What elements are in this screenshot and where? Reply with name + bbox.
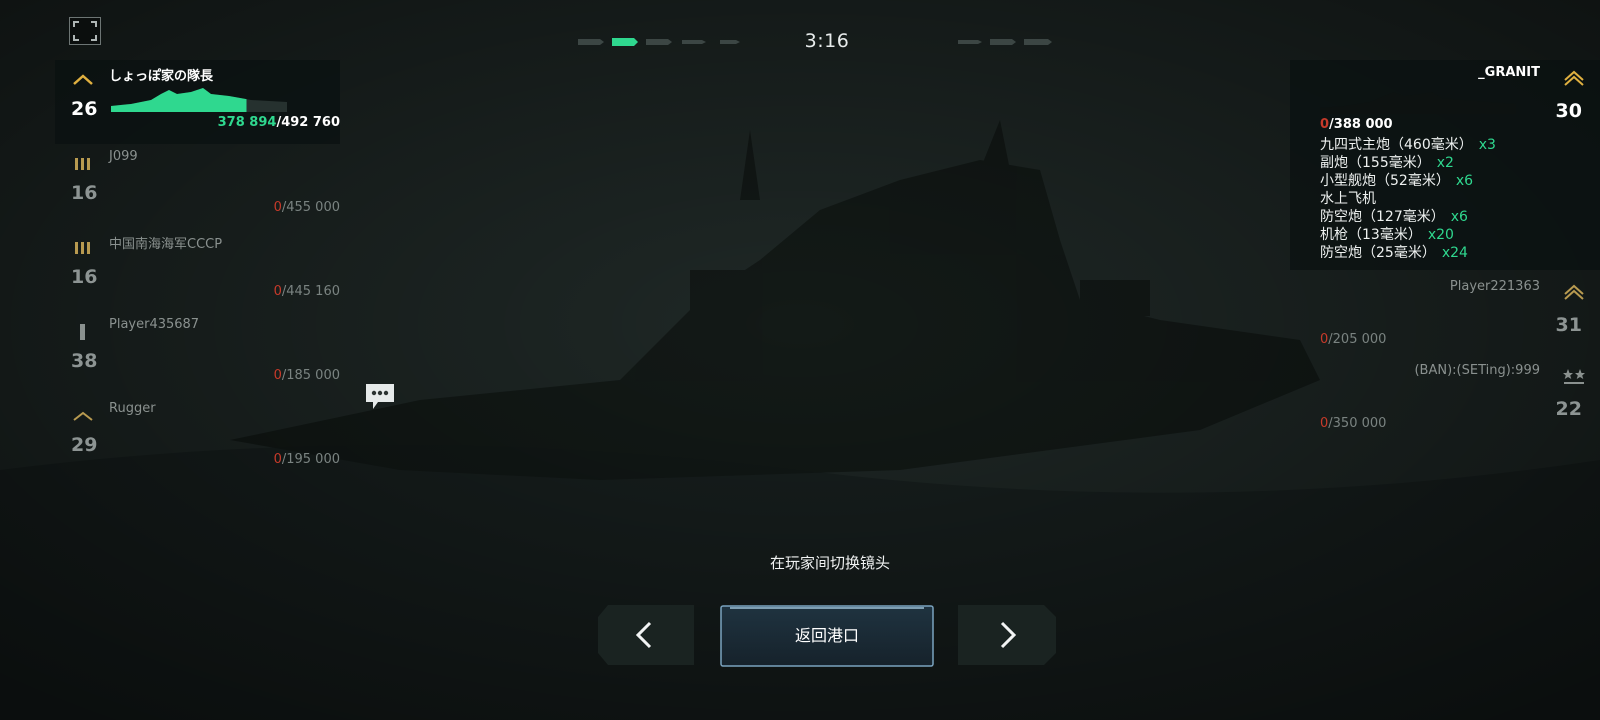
weapon-list: 九四式主炮（460毫米） x3 副炮（155毫米） x2 小型舰炮（52毫米） x6 … (1320, 136, 1496, 262)
chat-bubble-icon[interactable] (364, 382, 396, 412)
match-timer: 3:16 (804, 30, 850, 52)
rank-bar-icon (80, 324, 85, 340)
ship-health-silhouette (111, 88, 287, 112)
left-team-ship-icons (578, 38, 740, 46)
ship-tier: 31 (1555, 314, 1582, 336)
weapon-item: 机枪（13毫米） x20 (1320, 227, 1454, 243)
ship-hp: 0/185 000 (273, 368, 340, 383)
ship-tier: 16 (71, 182, 98, 204)
rank-stripes-icon (75, 242, 90, 254)
right-team-ship-icons (958, 39, 1052, 45)
player-row[interactable]: (BAN):(SETing):999 22 0/350 000 (1290, 358, 1600, 442)
player-row[interactable]: Player221363 31 0/205 000 (1290, 274, 1600, 358)
ship-tier: 38 (71, 350, 98, 372)
fullscreen-icon[interactable] (69, 17, 101, 45)
player-name: Player221363 (1449, 279, 1540, 294)
player-name: _GRANIT (1478, 65, 1540, 80)
ship-tier: 29 (71, 434, 98, 456)
ship-hp: 0/445 160 (273, 284, 340, 299)
ship-tier: 22 (1555, 398, 1582, 420)
player-row[interactable]: しょっぽ家の隊長 26 378 894/492 760 (55, 60, 340, 144)
player-name: (BAN):(SETing):999 (1414, 363, 1540, 378)
rank-insignia-icon (1564, 284, 1584, 300)
player-name: J099 (109, 149, 138, 164)
player-name: しょっぽ家の隊長 (109, 69, 214, 84)
player-row[interactable]: 中国南海海军CCCP 16 0/445 160 (55, 228, 340, 312)
return-to-port-button[interactable]: 返回港口 (720, 605, 934, 667)
weapon-item: 副炮（155毫米） x2 (1320, 155, 1454, 171)
player-row[interactable]: Player435687 38 0/185 000 (55, 312, 340, 396)
ship-hp: 378 894/492 760 (217, 115, 340, 130)
player-name: Player435687 (109, 317, 200, 332)
return-to-port-label: 返回港口 (794, 626, 859, 645)
ship-health-silhouette (1320, 92, 1516, 114)
ship-tier: 30 (1555, 100, 1582, 122)
player-name: 中国南海海军CCCP (109, 237, 223, 252)
player-row[interactable]: Rugger 29 0/195 000 (55, 396, 340, 480)
player-row[interactable]: J099 16 0/455 000 (55, 144, 340, 228)
ship-tier: 26 (71, 98, 98, 120)
weapon-item: 水上飞机 (1320, 191, 1376, 207)
ship-tier: 16 (71, 266, 98, 288)
player-row[interactable]: _GRANIT 30 0/388 000 九四式主炮（460毫米） x3 副炮（1… (1290, 60, 1600, 270)
rank-insignia-icon (1564, 70, 1584, 86)
weapon-item: 防空炮（25毫米） x24 (1320, 245, 1468, 261)
ship-hp: 0/205 000 (1320, 332, 1387, 347)
ship-hp: 0/455 000 (273, 200, 340, 215)
player-name: Rugger (109, 401, 156, 416)
rank-chevron-icon (73, 74, 93, 85)
previous-player-button[interactable] (598, 605, 694, 665)
next-player-button[interactable] (958, 605, 1056, 665)
weapon-item: 九四式主炮（460毫米） x3 (1320, 137, 1496, 153)
ship-hp: 0/388 000 (1320, 117, 1393, 132)
camera-switch-hint: 在玩家间切换镜头 (769, 554, 890, 572)
rank-stars-icon (1563, 369, 1585, 384)
rank-chevron-icon (73, 411, 93, 421)
weapon-item: 防空炮（127毫米） x6 (1320, 209, 1468, 225)
ship-hp: 0/195 000 (273, 452, 340, 467)
weapon-item: 小型舰炮（52毫米） x6 (1320, 173, 1474, 189)
rank-stripes-icon (75, 158, 90, 170)
ship-hp: 0/350 000 (1320, 416, 1387, 431)
